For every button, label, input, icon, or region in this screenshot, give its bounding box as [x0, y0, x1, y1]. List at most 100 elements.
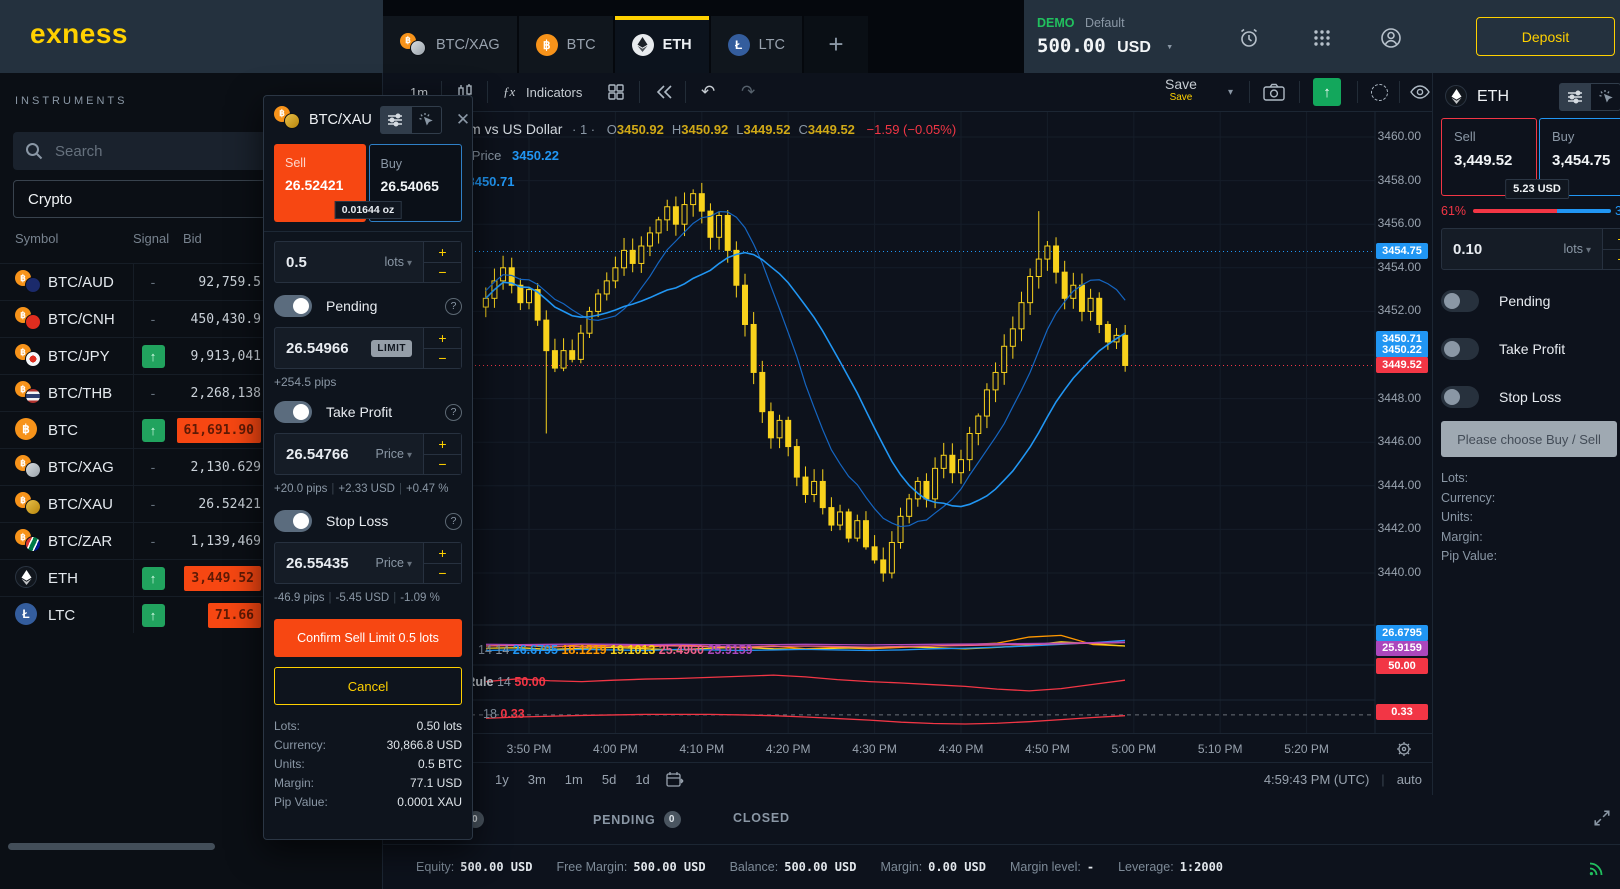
pending-price-decrease-button[interactable]: −	[424, 347, 461, 368]
price-tick: 3452.00	[1377, 303, 1421, 318]
range-1m[interactable]: 1m	[565, 772, 583, 787]
sidebar-horizontal-scrollbar[interactable]	[8, 843, 215, 850]
time-tick: 5:20 PM	[1284, 742, 1329, 756]
one-click-trading-icon[interactable]	[1590, 83, 1620, 111]
pending-price-input[interactable]: 26.54966 LIMIT	[274, 327, 424, 369]
auto-scale-button[interactable]: auto	[1397, 772, 1422, 787]
stop-loss-toggle[interactable]	[1441, 386, 1479, 408]
choose-side-button[interactable]: Please choose Buy / Sell	[1441, 421, 1617, 457]
status-item: Margin: 0.00 USD	[880, 860, 986, 874]
sliders-icon[interactable]	[1559, 83, 1590, 111]
take-profit-increase-button[interactable]: +	[424, 434, 461, 454]
add-tab-button[interactable]: +	[803, 16, 868, 73]
avg-price-badge: 3450.22	[1376, 342, 1428, 358]
tab-btc[interactable]: ฿ BTC	[518, 16, 615, 73]
apps-grid-icon[interactable]	[1310, 26, 1334, 50]
limit-badge: LIMIT	[371, 339, 412, 357]
tab-btc-xag[interactable]: ฿ BTC/XAG	[383, 16, 519, 73]
go-to-date-icon[interactable]	[666, 771, 684, 788]
range-3m[interactable]: 3m	[528, 772, 546, 787]
search-input[interactable]	[55, 142, 295, 160]
chart-canvas[interactable]	[383, 112, 1432, 733]
chevron-down-icon: ▾	[1166, 40, 1173, 53]
pending-toggle[interactable]	[274, 295, 312, 317]
tab-ltc[interactable]: Ł LTC	[710, 16, 804, 73]
last-price-badge: 3449.52	[1376, 357, 1428, 373]
screenshot-icon[interactable]	[1263, 73, 1285, 111]
stop-loss-increase-button[interactable]: +	[424, 543, 461, 563]
instrument-symbol: BTC/ZAR	[48, 532, 113, 550]
rewind-icon[interactable]	[655, 73, 673, 111]
time-axis[interactable]: 3:50 PM 4:00 PM 4:10 PM 4:20 PM 4:30 PM 4:40 …	[383, 733, 1432, 762]
alarm-icon[interactable]	[1237, 26, 1261, 50]
stop-loss-toggle[interactable]	[274, 510, 312, 532]
volume-decrease-button[interactable]: −	[424, 261, 461, 282]
fx-icon[interactable]: ƒx	[503, 73, 515, 111]
instrument-symbol: BTC/XAU	[48, 495, 114, 513]
one-click-trading-icon[interactable]	[410, 106, 442, 134]
time-tick: 4:30 PM	[852, 742, 897, 756]
stop-loss-stats: -46.9 pips | -5.45 USD | -1.09 %	[274, 592, 440, 604]
expand-icon[interactable]	[1593, 809, 1611, 832]
pending-price-value: 26.54966	[286, 339, 349, 357]
pending-toggle[interactable]	[1441, 290, 1479, 312]
layout-grid-icon[interactable]	[607, 73, 625, 111]
positions-tab-pending[interactable]: PENDING 0	[593, 811, 681, 828]
time-tick: 4:50 PM	[1025, 742, 1070, 756]
account-balance[interactable]: 500.00 USD ▾	[1037, 35, 1173, 57]
bid-value: 26.52421	[198, 497, 261, 512]
sliders-icon[interactable]	[379, 106, 411, 134]
stop-loss-decrease-button[interactable]: −	[424, 562, 461, 583]
indicator3-badge: 0.33	[1376, 704, 1428, 720]
range-1y[interactable]: 1y	[495, 772, 509, 787]
undo-icon[interactable]: ↶	[701, 73, 715, 111]
range-5d[interactable]: 5d	[602, 772, 616, 787]
range-1d[interactable]: 1d	[635, 772, 649, 787]
confirm-order-button[interactable]: Confirm Sell Limit 0.5 lots	[274, 619, 462, 657]
volume-increase-button[interactable]: +	[424, 242, 461, 262]
detail-label: Currency:	[1441, 490, 1496, 505]
toolbar-divider	[685, 81, 686, 103]
toolbar-divider	[1357, 81, 1358, 103]
help-icon[interactable]: ?	[445, 297, 462, 315]
utc-clock[interactable]: 4:59:43 PM (UTC)	[1264, 772, 1369, 787]
save-chevron-icon[interactable]: ▾	[1228, 73, 1233, 111]
indicators-button[interactable]: Indicators	[526, 73, 582, 111]
toolbar-divider	[1249, 81, 1250, 103]
take-profit-mode-select[interactable]: Price ▾	[375, 447, 412, 461]
stop-loss-mode-select[interactable]: Price ▾	[375, 556, 412, 570]
stop-loss-input[interactable]: 26.55435 Price ▾	[274, 542, 424, 584]
axis-settings-gear-icon[interactable]	[1396, 741, 1412, 762]
positions-tab-closed[interactable]: CLOSED	[733, 811, 790, 825]
sentiment-bar[interactable]	[1473, 209, 1611, 213]
take-profit-input[interactable]: 26.54766 Price ▾	[274, 433, 424, 475]
deposit-button[interactable]: Deposit	[1476, 17, 1615, 56]
redo-icon[interactable]: ↷	[741, 73, 755, 111]
volume-unit-select[interactable]: lots ▾	[385, 255, 412, 269]
volume-unit-select[interactable]: lots ▾	[1564, 242, 1591, 256]
close-icon[interactable]: ✕	[456, 110, 470, 130]
take-profit-toggle[interactable]	[1441, 338, 1479, 360]
take-profit-toggle[interactable]	[274, 401, 312, 423]
help-icon[interactable]: ?	[445, 512, 462, 530]
volume-increase-button[interactable]: +	[1603, 229, 1620, 249]
account-summary[interactable]: DEMO Default 500.00 USD ▾	[1037, 14, 1173, 57]
cancel-button[interactable]: Cancel	[274, 667, 462, 705]
save-layout-button[interactable]: Save Save	[1165, 73, 1197, 109]
volume-input[interactable]: 0.10 lots ▾	[1441, 228, 1603, 270]
sell-sentiment-pct: 61%	[1441, 204, 1467, 218]
refresh-layout-icon[interactable]	[1371, 73, 1388, 111]
tab-eth[interactable]: ETH	[614, 16, 711, 73]
bid-value: 2,268,138	[190, 386, 261, 401]
take-profit-decrease-button[interactable]: −	[424, 453, 461, 474]
bid-value-highlighted: 3,449.52	[184, 566, 261, 591]
account-icon[interactable]	[1379, 26, 1403, 50]
volume-decrease-button[interactable]: −	[1603, 248, 1620, 269]
pending-price-increase-button[interactable]: +	[424, 328, 461, 348]
status-item: Margin level: -	[1009, 860, 1095, 874]
volume-input[interactable]: 0.5 lots ▾	[274, 241, 424, 283]
eye-icon[interactable]	[1410, 73, 1430, 111]
buy-mode-button[interactable]: ↑	[1313, 73, 1341, 111]
pair-btc-xau-icon: ฿	[15, 492, 42, 516]
help-icon[interactable]: ?	[445, 403, 462, 421]
